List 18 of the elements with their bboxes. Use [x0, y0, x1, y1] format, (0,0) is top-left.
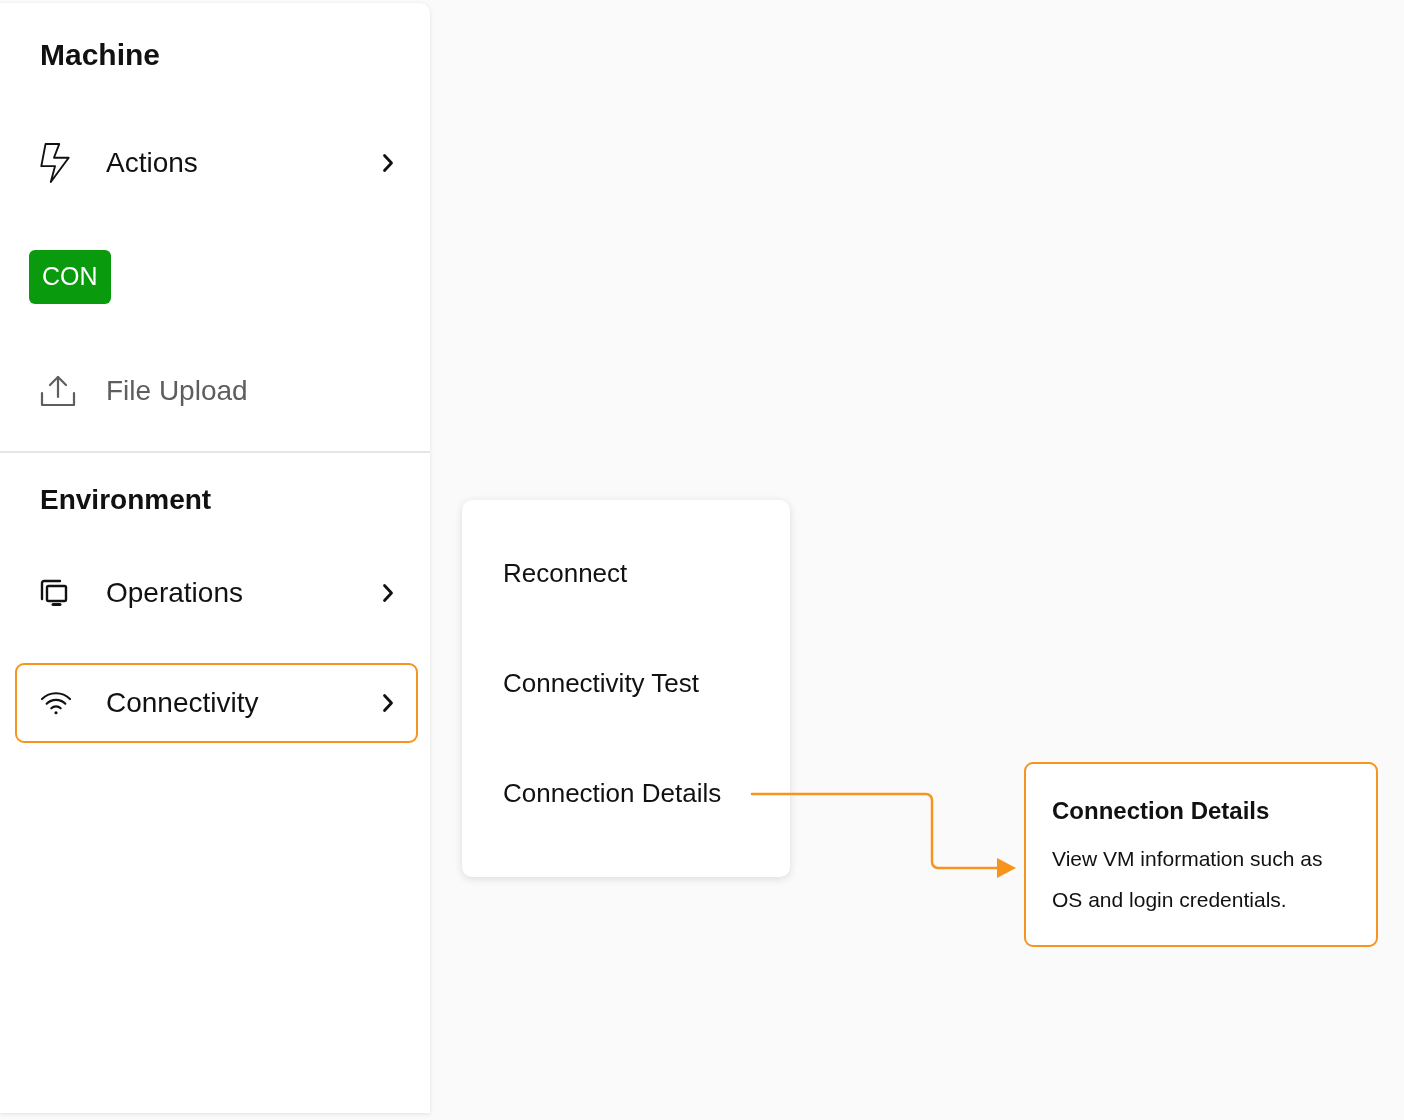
- callout-description: View VM information such as OS and login credentials.: [1052, 846, 1324, 913]
- menu-item[interactable]: Operations: [15, 553, 418, 633]
- menu-item[interactable]: Actions: [15, 123, 418, 203]
- wifi-icon: [40, 691, 72, 715]
- upload-icon: [40, 375, 76, 407]
- menu-item[interactable]: Connectivity: [15, 663, 418, 743]
- callout-title: Connection Details: [1052, 796, 1270, 826]
- chevron-right-icon: [382, 153, 394, 173]
- status-badge: CON: [29, 250, 111, 304]
- submenu-item[interactable]: Connectivity Test: [462, 628, 790, 738]
- section-heading: Machine: [40, 37, 161, 73]
- chevron-right-icon: [382, 693, 394, 713]
- chevron-right-icon: [382, 583, 394, 603]
- lightning-icon: [40, 143, 70, 183]
- submenu-item[interactable]: Connection Details: [462, 738, 790, 848]
- section-heading: Environment: [40, 483, 212, 517]
- stacked-screens-icon: [40, 579, 68, 607]
- submenu-item[interactable]: Reconnect: [462, 518, 790, 628]
